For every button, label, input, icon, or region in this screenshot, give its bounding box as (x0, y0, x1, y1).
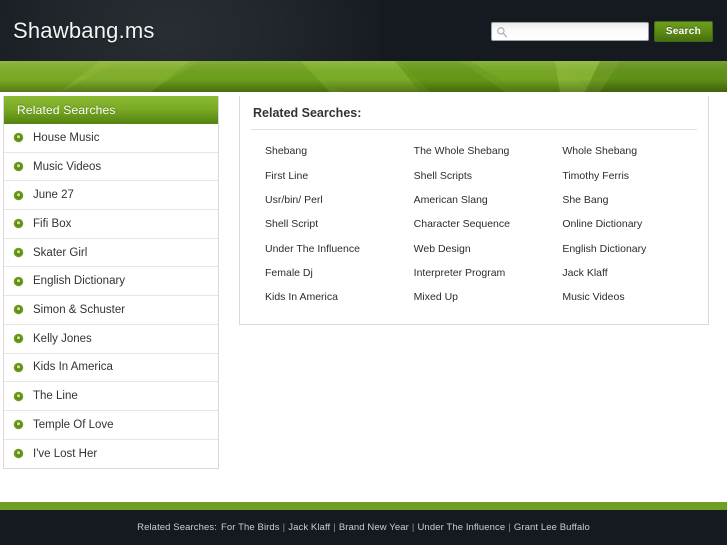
related-search-link[interactable]: The Whole Shebang (400, 139, 549, 163)
sidebar-header: Related Searches (4, 96, 218, 124)
related-search-link[interactable]: Shebang (251, 139, 400, 163)
footer-links: Related Searches: For The Birds | Jack Klaf… (137, 522, 590, 533)
green-circle-bullet-icon (13, 190, 24, 200)
sidebar-item[interactable]: The Line (4, 382, 218, 411)
footer-accent-strip (0, 502, 727, 510)
sidebar-item-label: The Line (33, 390, 78, 403)
related-search-link[interactable]: Mixed Up (400, 285, 549, 309)
search-button[interactable]: Search (653, 21, 713, 42)
related-search-link[interactable]: Timothy Ferris (548, 163, 697, 187)
footer-separator: | (508, 522, 511, 533)
sidebar-item-label: Simon & Schuster (33, 303, 126, 316)
green-circle-bullet-icon (13, 161, 24, 172)
sidebar-item-label: Kelly Jones (33, 332, 92, 345)
sidebar-item[interactable]: Temple Of Love (4, 411, 218, 440)
page-body: Related Searches House Music Music Videos… (0, 93, 727, 502)
sidebar-item-label: Kids In America (33, 361, 113, 374)
related-search-link[interactable]: Online Dictionary (548, 212, 697, 236)
sidebar-item-label: Fifi Box (33, 217, 72, 230)
green-circle-bullet-icon (13, 391, 24, 401)
sidebar-item[interactable]: Simon & Schuster (4, 296, 218, 325)
related-search-link[interactable]: Usr/bin/ Perl (251, 188, 400, 212)
green-circle-bullet-icon (13, 219, 24, 229)
related-search-link[interactable]: Character Sequence (400, 212, 549, 236)
banner-shapes (0, 61, 727, 92)
related-search-link[interactable]: Web Design (400, 237, 549, 261)
site-header: Shawbang.ms Search (0, 0, 727, 61)
sidebar-item-label: House Music (33, 131, 100, 144)
sidebar: Related Searches House Music Music Videos… (3, 96, 219, 470)
sidebar-item[interactable]: Music Videos (4, 153, 218, 182)
green-circle-bullet-icon (13, 276, 24, 287)
footer-link[interactable]: Grant Lee Buffalo (514, 522, 590, 533)
related-search-link[interactable]: She Bang (548, 188, 697, 212)
site-title: Shawbang.ms (13, 18, 155, 43)
related-search-link[interactable]: First Line (251, 163, 400, 187)
green-circle-bullet-icon (13, 419, 24, 430)
green-circle-bullet-icon (13, 247, 24, 258)
sidebar-item-label: Temple Of Love (33, 418, 114, 431)
search-box[interactable] (490, 22, 658, 41)
related-search-link[interactable]: Under The Influence (251, 237, 400, 261)
sidebar-item[interactable]: House Music (4, 124, 218, 153)
sidebar-item-label: June 27 (33, 189, 74, 202)
sidebar-item[interactable]: Kelly Jones (4, 325, 218, 354)
green-circle-bullet-icon (13, 305, 24, 315)
footer-link[interactable]: Jack Klaff (288, 522, 330, 533)
sidebar-item-label: English Dictionary (33, 275, 126, 288)
related-search-link[interactable]: Whole Shebang (548, 139, 697, 163)
sidebar-item[interactable]: Fifi Box (4, 210, 218, 239)
sidebar-item[interactable]: English Dictionary (4, 267, 218, 297)
related-search-link[interactable]: Interpreter Program (400, 261, 549, 285)
sidebar-item[interactable]: Skater Girl (4, 239, 218, 268)
main-panel: Related Searches: Shebang The Whole Sheba… (239, 96, 709, 325)
sidebar-item-label: Skater Girl (33, 246, 88, 259)
related-search-link[interactable]: Kids In America (251, 285, 400, 309)
footer-label: Related Searches: (137, 522, 217, 533)
footer-link[interactable]: Under The Influence (417, 522, 505, 533)
footer-separator: | (333, 522, 336, 533)
green-circle-bullet-icon (13, 333, 24, 344)
footer-link[interactable]: For The Birds (221, 522, 280, 533)
page-title: Related Searches: (251, 96, 697, 130)
footer-link[interactable]: Brand New Year (339, 522, 409, 533)
green-circle-bullet-icon (13, 133, 24, 143)
sidebar-item[interactable]: Kids In America (4, 354, 218, 383)
green-circle-bullet-icon (13, 362, 24, 373)
related-search-link[interactable]: American Slang (400, 188, 549, 212)
related-search-link[interactable]: Shell Script (251, 212, 400, 236)
search-area: Search (490, 21, 713, 42)
related-search-link[interactable]: Jack Klaff (548, 261, 697, 285)
footer-separator: | (282, 522, 286, 533)
related-searches-grid: Shebang The Whole Shebang Whole Shebang Fir… (251, 130, 697, 310)
sidebar-list: House Music Music Videos June 27 Fifi Box Sk… (4, 124, 218, 468)
green-circle-bullet-icon (13, 449, 24, 459)
related-search-link[interactable]: Shell Scripts (400, 163, 549, 187)
decorative-green-banner (0, 61, 727, 93)
site-footer: Related Searches: For The Birds | Jack Klaf… (0, 510, 727, 545)
footer-separator: | (411, 522, 415, 533)
sidebar-item-label: Music Videos (33, 160, 102, 173)
related-search-link[interactable]: English Dictionary (548, 237, 697, 261)
sidebar-item[interactable]: June 27 (4, 181, 218, 211)
related-search-link[interactable]: Music Videos (548, 285, 697, 309)
search-icon (496, 26, 508, 38)
search-input[interactable] (507, 24, 658, 39)
related-search-link[interactable]: Female Dj (251, 261, 400, 285)
sidebar-item-label: I've Lost Her (33, 447, 98, 460)
sidebar-item[interactable]: I've Lost Her (4, 440, 218, 469)
